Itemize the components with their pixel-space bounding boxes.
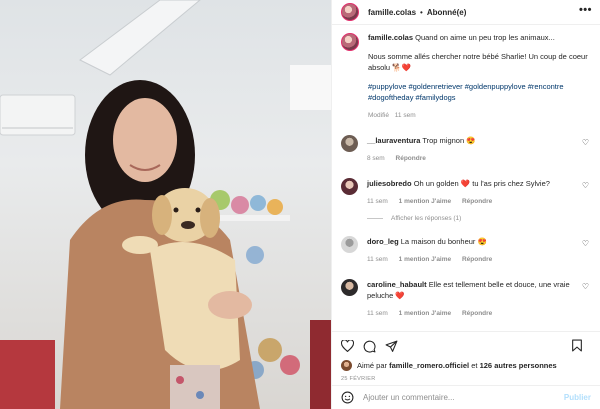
post-caption: famille.colas Quand on aime un peu trop …	[341, 32, 591, 121]
comment-like-heart-icon[interactable]: ♡	[582, 138, 589, 147]
post-header: famille.colas • Abonné(e) •••	[332, 0, 600, 25]
more-options-icon[interactable]: •••	[579, 4, 592, 16]
reply-button[interactable]: Répondre	[462, 256, 492, 263]
likes-others[interactable]: 126 autres personnes	[480, 361, 557, 370]
comment-time[interactable]: 11 sem	[367, 310, 388, 317]
commenter-avatar[interactable]	[341, 178, 358, 195]
author-username[interactable]: famille.colas	[368, 8, 416, 17]
add-comment-bar: Publier	[332, 385, 600, 409]
likes-conj: et	[471, 361, 478, 370]
comment-time[interactable]: 11 sem	[367, 198, 388, 205]
header-separator: •	[420, 7, 423, 17]
comment-item: juliesobredo Oh un golden ❤️ tu l'as pri…	[341, 178, 591, 207]
comment-text: Trop mignon 😍	[422, 136, 476, 145]
comment-icon[interactable]	[363, 340, 376, 353]
comment-item: caroline_habault Elle est tellement bell…	[341, 279, 591, 319]
follow-status-button[interactable]: Abonné(e)	[427, 8, 467, 17]
publish-button[interactable]: Publier	[564, 393, 591, 402]
post-date[interactable]: 25 FÉVRIER	[341, 376, 591, 382]
comment-username[interactable]: doro_leg	[367, 237, 399, 246]
caption-avatar[interactable]	[341, 33, 359, 51]
comment-likes-count[interactable]: 1 mention J'aime	[399, 310, 451, 317]
replies-line	[367, 218, 383, 219]
comment-like-heart-icon[interactable]: ♡	[582, 239, 589, 248]
comment-likes-count[interactable]: 1 mention J'aime	[399, 256, 451, 263]
likes-prefix: Aimé par	[357, 361, 388, 370]
liker-username[interactable]: famille_romero.officiel	[389, 361, 469, 370]
liker-avatar[interactable]	[341, 360, 352, 371]
caption-text: Quand on aime un peu trop les animaux...	[415, 33, 555, 42]
comment-text: Oh un golden ❤️ tu l'as pris chez Sylvie…	[413, 179, 550, 188]
reply-button[interactable]: Répondre	[462, 198, 492, 205]
commenter-avatar[interactable]	[341, 135, 358, 152]
caption-time[interactable]: 11 sem	[395, 112, 416, 119]
comment-time[interactable]: 11 sem	[367, 256, 388, 263]
post-photo[interactable]	[0, 0, 331, 409]
comment-text: La maison du bonheur 😍	[400, 237, 487, 246]
share-icon[interactable]	[385, 340, 398, 353]
action-icons	[341, 332, 591, 360]
post-actions-area: Aimé par famille_romero.officiel et 126 …	[332, 331, 600, 409]
comment-item: doro_leg La maison du bonheur 😍 11 sem 1…	[341, 236, 591, 265]
caption-meta: Modifié 11 sem	[368, 110, 591, 121]
caption-hashtags[interactable]: #puppylove #goldenretriever #goldenpuppy…	[368, 81, 591, 103]
comment-time[interactable]: 8 sem	[367, 155, 385, 162]
reply-button[interactable]: Répondre	[462, 310, 492, 317]
comment-input[interactable]	[363, 393, 553, 402]
photo-illustration	[0, 0, 331, 409]
reply-button[interactable]: Répondre	[396, 155, 426, 162]
commenter-avatar[interactable]	[341, 279, 358, 296]
comment-likes-count[interactable]: 1 mention J'aime	[399, 198, 451, 205]
view-replies-button[interactable]: Afficher les réponses (1)	[367, 215, 591, 222]
heart-icon[interactable]	[341, 340, 354, 352]
post-dialog: famille.colas • Abonné(e) ••• famille.co…	[0, 0, 600, 409]
bookmark-icon[interactable]	[571, 339, 583, 352]
comments-scroll-area[interactable]: famille.colas Quand on aime un peu trop …	[332, 32, 600, 331]
likes-summary: Aimé par famille_romero.officiel et 126 …	[341, 360, 591, 371]
comment-item: __lauraventura Trop mignon 😍 8 sem Répon…	[341, 135, 591, 164]
comment-like-heart-icon[interactable]: ♡	[582, 181, 589, 190]
commenter-avatar[interactable]	[341, 236, 358, 253]
view-replies-label[interactable]: Afficher les réponses (1)	[391, 215, 461, 222]
comment-username[interactable]: juliesobredo	[367, 179, 412, 188]
caption-paragraph: Nous somme allés chercher notre bébé Sha…	[368, 52, 588, 72]
caption-username[interactable]: famille.colas	[368, 33, 413, 42]
edited-label: Modifié	[368, 112, 389, 119]
comment-username[interactable]: __lauraventura	[367, 136, 420, 145]
comment-username[interactable]: caroline_habault	[367, 280, 427, 289]
comment-like-heart-icon[interactable]: ♡	[582, 282, 589, 291]
post-sidebar: famille.colas • Abonné(e) ••• famille.co…	[331, 0, 600, 409]
emoji-icon[interactable]	[341, 391, 354, 404]
author-avatar[interactable]	[341, 3, 359, 21]
